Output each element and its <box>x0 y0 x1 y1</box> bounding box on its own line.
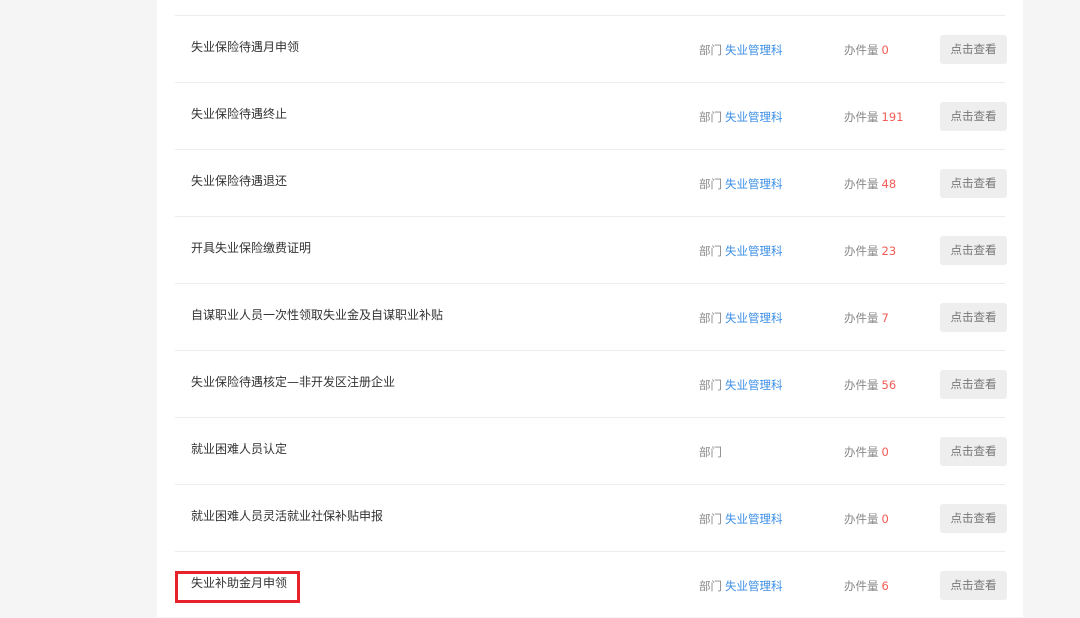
view-details-button[interactable]: 点击查看 <box>940 504 1007 533</box>
dept-label: 部门 <box>699 43 722 57</box>
service-row: 自谋职业人员一次性领取失业金及自谋职业补贴 部门 失业管理科 办件量 7 点击查看 <box>175 283 1007 350</box>
service-row: 失业保险待遇退还 部门 失业管理科 办件量 48 点击查看 <box>175 149 1007 216</box>
service-row: 开具失业保险缴费证明 部门 失业管理科 办件量 23 点击查看 <box>175 216 1007 283</box>
service-count: 办件量 7 <box>844 311 889 325</box>
dept-name-link[interactable]: 失业管理科 <box>725 378 783 392</box>
dept-label: 部门 <box>699 378 722 392</box>
dept-label: 部门 <box>699 311 722 325</box>
count-label: 办件量 <box>844 177 879 191</box>
dept-label: 部门 <box>699 445 722 459</box>
count-value: 0 <box>881 43 889 57</box>
service-dept: 部门 失业管理科 <box>699 110 783 124</box>
service-row: 失业保险待遇月申领 部门 失业管理科 办件量 0 点击查看 <box>175 15 1007 82</box>
dept-label: 部门 <box>699 512 722 526</box>
service-row: 失业保险待遇核定—非开发区注册企业 部门 失业管理科 办件量 56 点击查看 <box>175 350 1007 417</box>
service-title[interactable]: 失业保险待遇核定—非开发区注册企业 <box>191 375 395 389</box>
service-title[interactable]: 自谋职业人员一次性领取失业金及自谋职业补贴 <box>191 308 443 322</box>
count-label: 办件量 <box>844 512 879 526</box>
count-value: 23 <box>881 244 897 258</box>
service-title[interactable]: 失业保险待遇退还 <box>191 174 287 188</box>
dept-name-link[interactable]: 失业管理科 <box>725 110 783 124</box>
count-value: 0 <box>881 512 889 526</box>
service-count: 办件量 0 <box>844 43 889 57</box>
service-title[interactable]: 就业困难人员认定 <box>191 442 287 456</box>
service-title[interactable]: 失业保险待遇终止 <box>191 107 287 121</box>
dept-name-link[interactable]: 失业管理科 <box>725 512 783 526</box>
service-title[interactable]: 失业保险待遇月申领 <box>191 40 299 54</box>
service-list: 失业保险待遇月申领 部门 失业管理科 办件量 0 点击查看 失业保险待遇终止 部门失… <box>175 15 1007 618</box>
dept-label: 部门 <box>699 244 722 258</box>
service-list-panel: 失业保险待遇月申领 部门 失业管理科 办件量 0 点击查看 失业保险待遇终止 部门失… <box>157 0 1023 617</box>
service-dept: 部门 失业管理科 <box>699 43 783 57</box>
service-count: 办件量 56 <box>844 378 896 392</box>
dept-name-link[interactable]: 失业管理科 <box>725 244 783 258</box>
dept-name-link[interactable]: 失业管理科 <box>725 177 783 191</box>
service-count: 办件量 6 <box>844 579 889 593</box>
count-value: 0 <box>881 445 889 459</box>
count-label: 办件量 <box>844 445 879 459</box>
service-dept: 部门 失业管理科 <box>699 378 783 392</box>
view-details-button[interactable]: 点击查看 <box>940 303 1007 332</box>
dept-name-link[interactable]: 失业管理科 <box>725 579 783 593</box>
count-label: 办件量 <box>844 110 879 124</box>
view-details-button[interactable]: 点击查看 <box>940 370 1007 399</box>
view-details-button[interactable]: 点击查看 <box>940 169 1007 198</box>
service-count: 办件量 23 <box>844 244 896 258</box>
service-row: 就业困难人员灵活就业社保补贴申报 部门 失业管理科 办件量 0 点击查看 <box>175 484 1007 551</box>
view-details-button[interactable]: 点击查看 <box>940 236 1007 265</box>
service-count: 办件量 0 <box>844 445 889 459</box>
count-value: 48 <box>881 177 897 191</box>
count-label: 办件量 <box>844 244 879 258</box>
service-dept: 部门 失业管理科 <box>699 244 783 258</box>
view-details-button[interactable]: 点击查看 <box>940 571 1007 600</box>
service-title[interactable]: 开具失业保险缴费证明 <box>191 241 311 255</box>
count-label: 办件量 <box>844 43 879 57</box>
count-label: 办件量 <box>844 311 879 325</box>
service-count: 办件量 48 <box>844 177 896 191</box>
count-label: 办件量 <box>844 579 879 593</box>
dept-name-link[interactable]: 失业管理科 <box>725 43 783 57</box>
dept-label: 部门 <box>699 110 722 124</box>
count-value: 7 <box>881 311 889 325</box>
service-row: 失业保险待遇终止 部门 失业管理科 办件量 191 点击查看 <box>175 82 1007 149</box>
dept-label: 部门 <box>699 177 722 191</box>
count-value: 56 <box>881 378 897 392</box>
count-value: 191 <box>881 110 904 124</box>
red-highlight-annotation <box>175 571 300 603</box>
count-value: 6 <box>881 579 889 593</box>
service-title[interactable]: 就业困难人员灵活就业社保补贴申报 <box>191 509 383 523</box>
service-dept: 部门 失业管理科 <box>699 177 783 191</box>
service-count: 办件量 0 <box>844 512 889 526</box>
service-count: 办件量 191 <box>844 110 903 124</box>
view-details-button[interactable]: 点击查看 <box>940 102 1007 131</box>
view-details-button[interactable]: 点击查看 <box>940 437 1007 466</box>
service-dept: 部门 失业管理科 <box>699 579 783 593</box>
dept-name-link[interactable]: 失业管理科 <box>725 311 783 325</box>
service-dept: 部门 <box>699 445 725 459</box>
service-dept: 部门 失业管理科 <box>699 512 783 526</box>
service-dept: 部门 失业管理科 <box>699 311 783 325</box>
service-row: 就业困难人员认定 部门 办件量 0 点击查看 <box>175 417 1007 484</box>
count-label: 办件量 <box>844 378 879 392</box>
view-details-button[interactable]: 点击查看 <box>940 35 1007 64</box>
dept-label: 部门 <box>699 579 722 593</box>
